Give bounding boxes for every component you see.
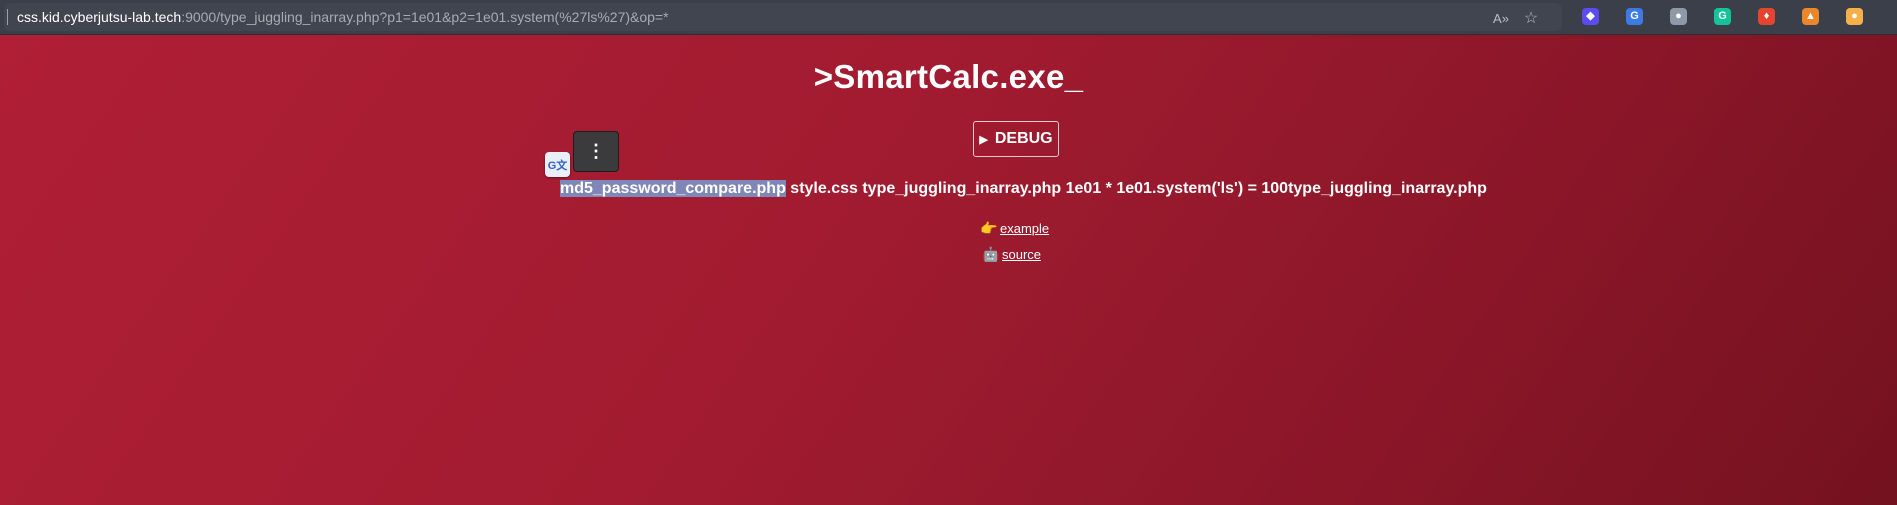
debug-label: DEBUG [994, 130, 1053, 147]
browser-toolbar: css.kid.cyberjutsu-lab.tech:9000/type_ju… [0, 0, 1897, 35]
ext-purple-cube-icon[interactable]: ◆ [1582, 8, 1599, 25]
metamask-ext-icon[interactable]: ▲ [1802, 8, 1819, 25]
ext-red-icon[interactable]: ♦ [1758, 8, 1775, 25]
debug-button[interactable]: ▶ DEBUG [973, 121, 1059, 157]
output-text: style.css type_juggling_inarray.php 1e01… [785, 180, 1487, 197]
robot-icon: 🤖 [982, 246, 1000, 262]
translate-popup-icon[interactable]: G文 [545, 152, 570, 177]
address-bar[interactable]: css.kid.cyberjutsu-lab.tech:9000/type_ju… [4, 3, 1562, 31]
favorite-star-icon[interactable]: ☆ [1522, 10, 1540, 28]
play-triangle-icon: ▶ [979, 133, 988, 146]
source-link-row: 🤖 source [982, 246, 1041, 263]
pointing-hand-icon: 👉 [980, 220, 998, 236]
calculation-output: md5_password_compare.php style.css type_… [560, 180, 1487, 198]
more-options-icon[interactable]: ⋮ [573, 131, 619, 172]
grammarly-ext-icon[interactable]: G [1714, 8, 1731, 25]
example-link-row: 👉 example [980, 220, 1049, 237]
source-link[interactable]: source [1002, 247, 1041, 262]
example-link[interactable]: example [1000, 221, 1049, 236]
ext-circle-icon[interactable]: ● [1670, 8, 1687, 25]
selected-text: md5_password_compare.php [560, 180, 786, 197]
url-path: :9000/type_juggling_inarray.php?p1=1e01&… [181, 9, 669, 25]
url-text[interactable]: css.kid.cyberjutsu-lab.tech:9000/type_ju… [17, 9, 669, 25]
read-aloud-icon[interactable]: A» [1492, 10, 1510, 28]
page-title: >SmartCalc.exe_ [813, 58, 1084, 95]
text-cursor [7, 9, 8, 25]
url-host: css.kid.cyberjutsu-lab.tech [17, 9, 182, 25]
google-translate-ext-icon[interactable]: G [1626, 8, 1643, 25]
ext-orange-icon[interactable]: ● [1846, 8, 1863, 25]
